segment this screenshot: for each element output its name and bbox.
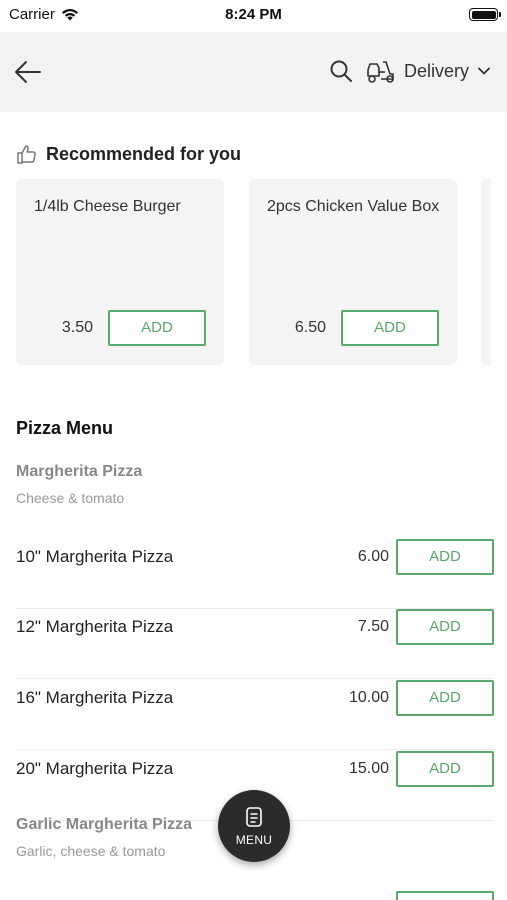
section-title: Pizza Menu: [16, 418, 114, 438]
menu-fab-button[interactable]: MENU: [218, 790, 290, 862]
menu-item-price: 10.00: [348, 689, 389, 706]
search-icon[interactable]: [328, 58, 354, 84]
add-button[interactable]: ADD: [396, 680, 494, 716]
scooter-icon: [367, 61, 394, 83]
battery-icon: [469, 8, 501, 21]
recommended-header: Recommended for you: [16, 143, 241, 165]
back-arrow-icon: [15, 61, 41, 83]
add-button[interactable]: ADD: [108, 310, 206, 346]
menu-item-name: 16" Margherita Pizza: [16, 688, 174, 707]
add-button-partial[interactable]: [396, 891, 494, 900]
recommended-card-partial[interactable]: [481, 179, 491, 365]
nav-bar: Delivery: [0, 32, 507, 112]
delivery-selector[interactable]: Delivery: [366, 58, 491, 84]
menu-item-price: 15.00: [348, 760, 389, 777]
menu-item-name: 10" Margherita Pizza: [16, 547, 174, 566]
recommended-card[interactable]: 2pcs Chicken Value Box 6.50 ADD: [249, 179, 457, 365]
status-bar: Carrier 8:24 PM: [0, 0, 507, 30]
menu-item-name: 12" Margherita Pizza: [16, 617, 174, 636]
menu-item-row[interactable]: 12" Margherita Pizza 7.50 ADD: [16, 609, 494, 679]
thumbs-up-icon: [17, 145, 36, 164]
chevron-down-icon: [478, 67, 490, 75]
recommended-carousel[interactable]: 1/4lb Cheese Burger 3.50 ADD 2pcs Chicke…: [16, 179, 491, 366]
delivery-label: Delivery: [403, 60, 469, 81]
menu-item-row[interactable]: 16" Margherita Pizza 10.00 ADD: [16, 680, 494, 750]
status-time: 8:24 PM: [225, 6, 282, 23]
group-title: Garlic Margherita Pizza: [16, 816, 193, 833]
group-title: Margherita Pizza: [16, 463, 143, 480]
back-button[interactable]: [12, 56, 44, 88]
add-button[interactable]: ADD: [341, 310, 439, 346]
menu-item-price: 6.00: [357, 548, 389, 565]
recommended-item-price: 6.50: [294, 319, 326, 336]
recommended-item-name: 1/4lb Cheese Burger: [34, 198, 181, 215]
nav-actions: Delivery: [328, 58, 491, 84]
group-subtitle: Garlic, cheese & tomato: [16, 843, 166, 859]
menu-item-name: 20" Margherita Pizza: [16, 759, 174, 778]
add-button[interactable]: ADD: [396, 751, 494, 787]
add-button[interactable]: ADD: [396, 539, 494, 575]
recommended-item-price: 3.50: [61, 319, 93, 336]
recommended-title: Recommended for you: [46, 143, 242, 164]
menu-book-icon: [246, 807, 262, 827]
menu-item-price: 7.50: [357, 618, 389, 635]
menu-fab-label: MENU: [235, 833, 273, 847]
menu-item-row[interactable]: 10" Margherita Pizza 6.00 ADD: [16, 539, 494, 609]
recommended-item-name: 2pcs Chicken Value Box: [267, 198, 440, 215]
group-subtitle: Cheese & tomato: [16, 490, 125, 506]
add-button[interactable]: ADD: [396, 609, 494, 645]
recommended-card[interactable]: 1/4lb Cheese Burger 3.50 ADD: [16, 179, 224, 365]
